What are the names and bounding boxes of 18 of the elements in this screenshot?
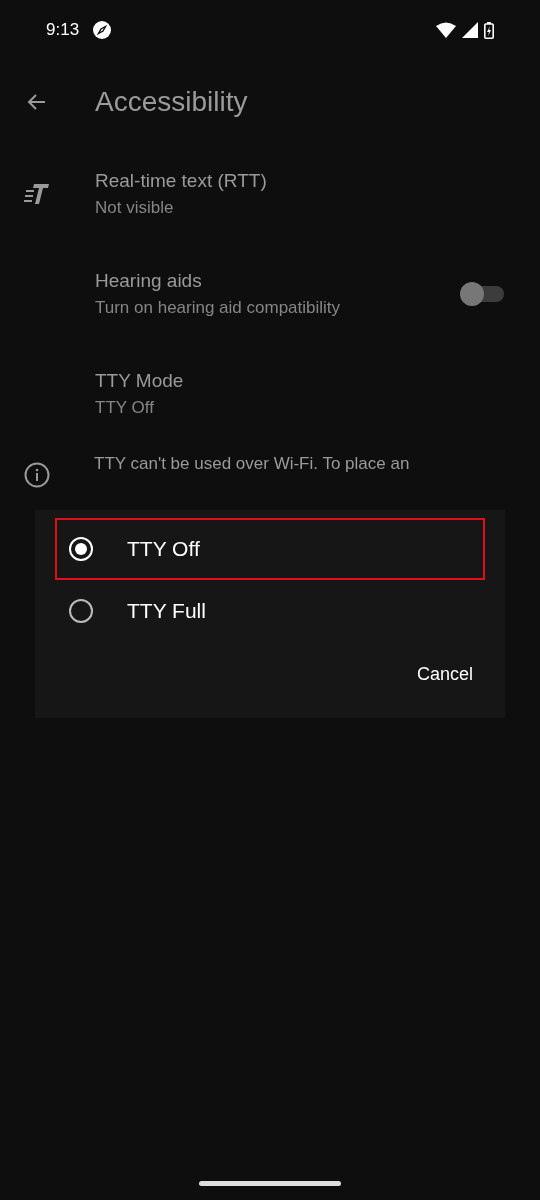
setting-title: TTY Mode — [95, 370, 185, 392]
setting-title: Hearing aids — [95, 270, 203, 292]
compass-icon — [93, 21, 112, 39]
info-icon — [24, 462, 50, 488]
radio-option[interactable]: TTY Off — [55, 518, 485, 580]
setting-title: Real-time text (RTT) — [95, 170, 268, 192]
rtt-icon — [23, 182, 50, 206]
cancel-button[interactable]: Cancel — [414, 660, 475, 689]
battery-icon — [484, 21, 494, 39]
setting-summary: TTY Off — [95, 398, 155, 418]
setting-summary: Turn on hearing aid compatibility — [95, 298, 342, 318]
setting-summary: Not visible — [95, 198, 175, 218]
radio-option[interactable]: TTY Full — [55, 580, 485, 642]
page-title: Accessibility — [95, 86, 248, 118]
info-text: TTY can't be used over Wi-Fi. To place an — [94, 454, 410, 474]
wifi-icon — [436, 22, 456, 38]
status-time: 9:13 — [46, 20, 80, 40]
signal-icon — [462, 22, 478, 38]
